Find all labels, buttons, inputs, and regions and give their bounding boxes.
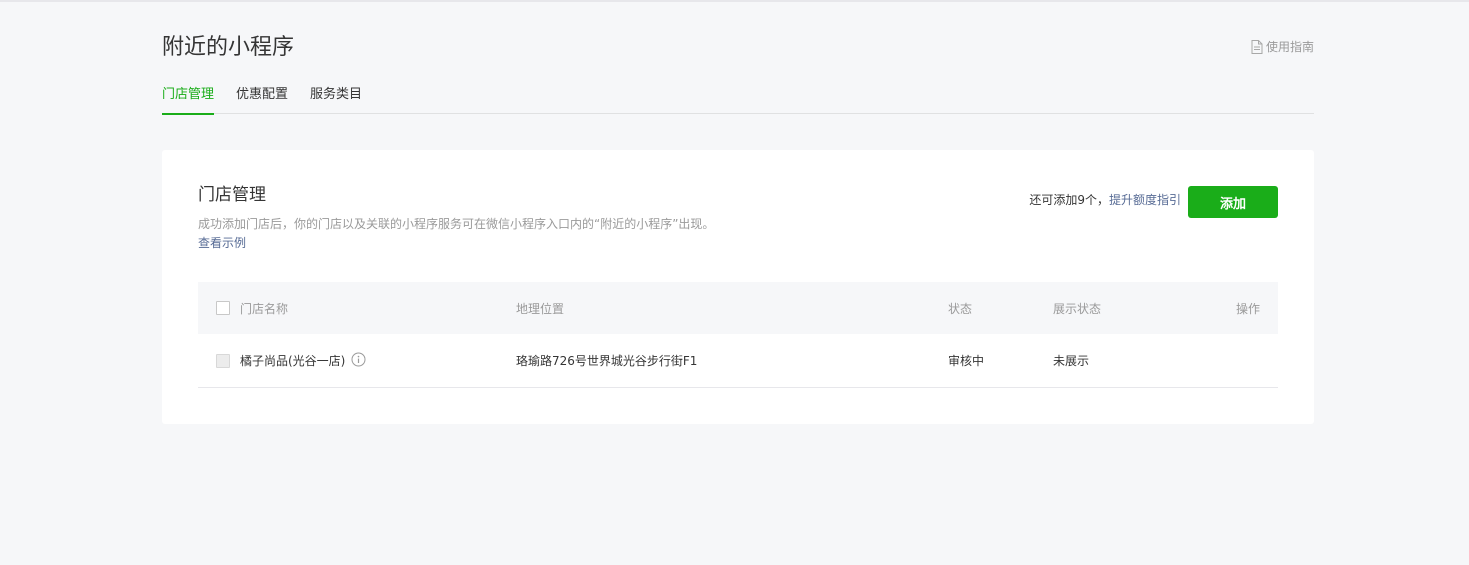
select-all-checkbox[interactable]: [216, 301, 230, 315]
page-title: 附近的小程序: [162, 35, 295, 60]
store-name-cell: 橘子尚品(光谷一店): [240, 334, 366, 387]
store-name: 橘子尚品(光谷一店): [240, 354, 346, 368]
main-container: 附近的小程序 使用指南 门店管理 优惠配置 服务类目 门店管理 成功添加门店后，…: [162, 0, 1314, 424]
tab-discount-config[interactable]: 优惠配置: [236, 84, 288, 114]
store-table: 门店名称 地理位置 状态 展示状态 操作 橘子尚品(光谷一店) 珞瑜路726号世…: [198, 282, 1278, 388]
row-checkbox: [216, 353, 230, 368]
store-display-status: 未展示: [1053, 354, 1090, 368]
quota-text: 还可添加9个，: [1029, 193, 1109, 207]
card-title: 门店管理: [198, 185, 266, 205]
column-header-actions: 操作: [1235, 301, 1260, 316]
column-header-name: 门店名称: [240, 301, 289, 316]
tab-bar: 门店管理 优惠配置 服务类目: [162, 84, 1314, 115]
page-header: 附近的小程序 使用指南: [162, 0, 1314, 70]
select-all-cell: [216, 282, 230, 334]
store-status: 审核中: [948, 354, 985, 368]
document-icon: [1251, 39, 1263, 54]
tab-service-category[interactable]: 服务类目: [310, 84, 362, 114]
table-header: 门店名称 地理位置 状态 展示状态 操作: [198, 282, 1278, 334]
store-management-card: 门店管理 成功添加门店后，你的门店以及关联的小程序服务可在微信小程序入口内的“附…: [162, 150, 1314, 424]
card-description: 成功添加门店后，你的门店以及关联的小程序服务可在微信小程序入口内的“附近的小程序…: [198, 217, 715, 231]
row-check-cell: [216, 334, 230, 387]
usage-guide-label: 使用指南: [1265, 40, 1314, 54]
info-icon[interactable]: [351, 352, 366, 370]
usage-guide-link[interactable]: 使用指南: [1251, 38, 1314, 55]
column-header-status: 状态: [948, 301, 973, 316]
column-header-display-status: 展示状态: [1053, 301, 1102, 316]
column-header-location: 地理位置: [516, 301, 565, 316]
table-row: 橘子尚品(光谷一店) 珞瑜路726号世界城光谷步行街F1 审核中 未展示: [198, 334, 1278, 388]
add-store-button[interactable]: 添加: [1188, 186, 1278, 218]
quota-info: 还可添加9个，提升额度指引: [1029, 191, 1181, 209]
raise-quota-link[interactable]: 提升额度指引: [1109, 193, 1181, 207]
store-location: 珞瑜路726号世界城光谷步行街F1: [516, 354, 698, 368]
view-example-link[interactable]: 查看示例: [198, 234, 246, 252]
tab-store-management[interactable]: 门店管理: [162, 84, 215, 115]
